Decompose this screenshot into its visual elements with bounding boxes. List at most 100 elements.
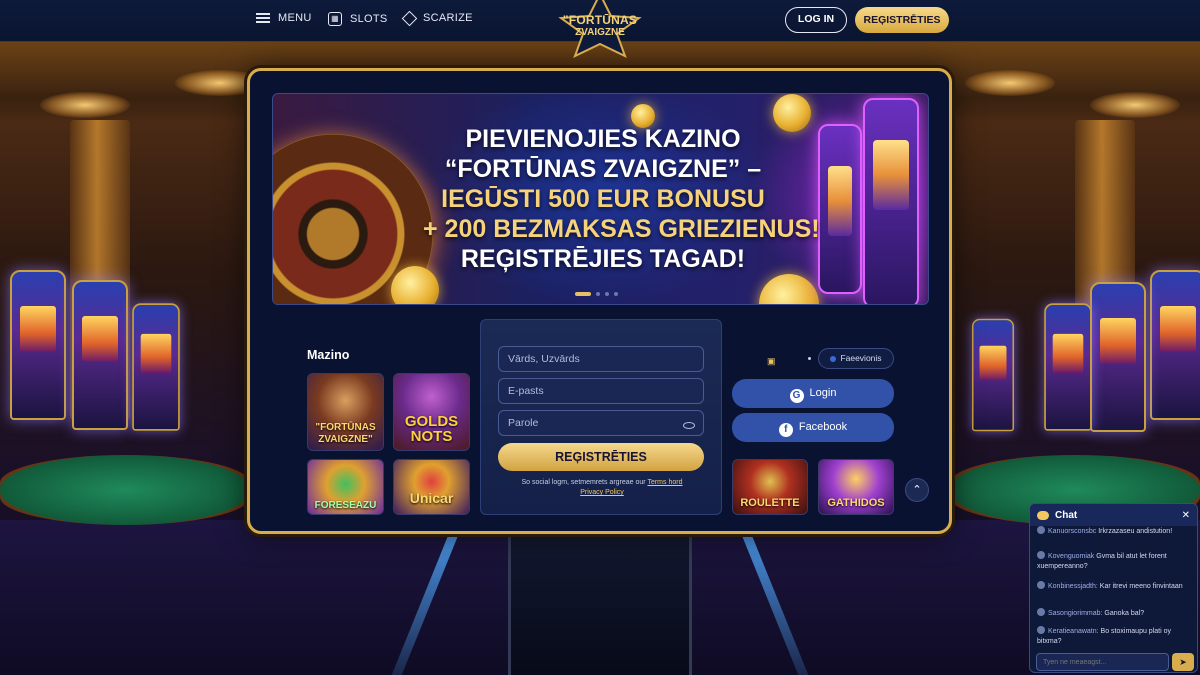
- terms-link[interactable]: Terms hord: [647, 479, 682, 486]
- ceiling-lamp: [965, 70, 1055, 96]
- chat-message-input[interactable]: [1036, 653, 1169, 671]
- hamburger-icon: [256, 13, 270, 23]
- close-icon[interactable]: ✕: [1182, 510, 1190, 521]
- full-name-field[interactable]: [498, 346, 704, 372]
- search-nav-link[interactable]: SCARIZE: [401, 10, 473, 26]
- slot-machine-image: [818, 124, 862, 294]
- slot-machine: [972, 318, 1014, 432]
- games-section-title: Mazino: [307, 348, 350, 362]
- register-button[interactable]: REĢISTRĒTIES: [855, 7, 949, 33]
- avatar: [1037, 581, 1045, 589]
- chat-widget: Chat ✕ Kanuorsconsbc Irkrzazaseu andistu…: [1029, 503, 1198, 673]
- slot-machine: [1150, 270, 1200, 420]
- coin-image: [759, 274, 819, 304]
- logo-text-line2: ZVAIGZNE: [575, 27, 625, 38]
- game-title: Unicar: [409, 490, 454, 506]
- chat-username: Keratieanawatn:: [1048, 628, 1099, 635]
- avatar: [1037, 626, 1045, 634]
- avatar: [1037, 526, 1045, 534]
- slot-machine: [1044, 303, 1092, 431]
- separator-dot: [808, 357, 811, 360]
- banner-line-1: PIEVIENOJIES KAZINO: [465, 125, 741, 153]
- privacy-policy-link[interactable]: Privacy Policy: [580, 489, 624, 496]
- password-field[interactable]: [498, 410, 704, 436]
- carousel-dot[interactable]: [596, 292, 600, 296]
- slot-machine: [10, 270, 66, 420]
- ceiling-lamp: [40, 92, 130, 118]
- terms-notice: So social logm, setmemrets argreae our T…: [493, 478, 711, 498]
- email-field[interactable]: [498, 378, 704, 404]
- chat-message: Konbinessjadth: Kar itrevi meeno finvint…: [1037, 581, 1187, 592]
- chat-message: Kanuorsconsbc Irkrzazaseu andistution!: [1037, 526, 1187, 537]
- slot-machine-image: [863, 98, 919, 304]
- logo-text-line1: "FORTŪNAS: [562, 13, 638, 27]
- chat-title: Chat: [1055, 509, 1078, 521]
- slots-nav-link[interactable]: ▦ SLOTS: [328, 12, 388, 26]
- diamond-icon: [401, 10, 418, 26]
- ceiling-lamp: [1090, 92, 1180, 118]
- banner-headline: PIEVIENOJIES KAZINO “FORTŪNAS ZVAIGZNE” …: [423, 124, 820, 274]
- terms-text: So social logm, setmemrets argreae our: [521, 479, 646, 486]
- facebook-login-label: Facebook: [798, 421, 848, 433]
- registration-form: REĢISTRĒTIES So social logm, setmemrets …: [480, 319, 722, 515]
- slot-machine: [72, 280, 128, 430]
- chat-username: Sasongiorimmab:: [1048, 610, 1103, 617]
- slots-label: SLOTS: [350, 13, 388, 25]
- social-pill-label: Faeevionis: [840, 353, 882, 363]
- chat-username: Konbinessjadth:: [1048, 583, 1098, 590]
- carousel-indicator: [575, 292, 618, 296]
- carousel-dot[interactable]: [605, 292, 609, 296]
- game-tile[interactable]: GATHIDOS: [818, 459, 894, 515]
- game-title: GATHIDOS: [827, 497, 885, 509]
- register-submit-button[interactable]: REĢISTRĒTIES: [498, 443, 704, 471]
- game-title: ROULETTE: [740, 497, 800, 509]
- search-label: SCARIZE: [423, 12, 473, 24]
- game-tile[interactable]: ROULETTE: [732, 459, 808, 515]
- game-tile[interactable]: GOLDS NOTS: [393, 373, 470, 451]
- menu-button[interactable]: MENU: [256, 12, 312, 24]
- chat-text: Kar itrevi meeno finvintaan: [1099, 583, 1183, 590]
- slot-machine: [1090, 282, 1146, 432]
- google-login-label: Login: [809, 387, 837, 399]
- grid-icon[interactable]: ▣: [767, 356, 776, 367]
- game-tile[interactable]: FORESEAZU: [307, 459, 384, 515]
- banner-line-3: IEGŪSTI 500 EUR BONUSU: [441, 185, 765, 213]
- send-icon[interactable]: ➤: [1172, 653, 1194, 671]
- facebook-icon: f: [778, 423, 793, 437]
- site-logo[interactable]: "FORTŪNAS ZVAIGZNE: [555, 0, 645, 58]
- roulette-table: [0, 455, 250, 525]
- banner-line-4: + 200 BEZMAKSAS GRIEZIENUS!: [423, 215, 820, 243]
- chat-message: Keratieanawatn: Bo stoximaupu plati oy b…: [1037, 626, 1187, 647]
- carousel-dot[interactable]: [614, 292, 618, 296]
- chat-username: Kanuorsconsbc: [1048, 528, 1097, 535]
- monitor-stand: [508, 536, 692, 675]
- social-pill[interactable]: Faeevionis: [818, 348, 894, 369]
- google-icon: G: [789, 389, 804, 403]
- avatar: [1037, 551, 1045, 559]
- chat-message: Kovenguomiak Gvma bil atut let forent xu…: [1037, 551, 1187, 572]
- game-tile[interactable]: "FORTŪNAS ZVAIGZNE": [307, 373, 384, 451]
- monitor-screen: PIEVIENOJIES KAZINO “FORTŪNAS ZVAIGZNE” …: [247, 68, 952, 534]
- promo-banner[interactable]: PIEVIENOJIES KAZINO “FORTŪNAS ZVAIGZNE” …: [272, 93, 929, 305]
- carousel-dot-active[interactable]: [575, 292, 591, 296]
- facebook-login-button[interactable]: f Facebook: [732, 413, 894, 442]
- game-title: FORESEAZU: [314, 500, 377, 511]
- game-tile[interactable]: Unicar: [393, 459, 470, 515]
- show-password-icon[interactable]: [683, 422, 695, 429]
- chat-bubble-icon: [1037, 510, 1049, 520]
- chat-message: Sasongiorimmab: Ganoka bal?: [1037, 608, 1187, 619]
- login-button[interactable]: LOG IN: [785, 7, 847, 33]
- globe-icon: [830, 356, 837, 362]
- scroll-to-top-button[interactable]: ⌃: [905, 478, 929, 502]
- chat-header: Chat ✕: [1030, 504, 1197, 526]
- banner-line-5: REĢISTRĒJIES TAGAD!: [460, 245, 746, 273]
- menu-label: MENU: [278, 12, 312, 24]
- game-title: GOLDS NOTS: [404, 413, 459, 445]
- avatar: [1037, 608, 1045, 616]
- game-title: "FORTŪNAS ZVAIGZNE": [315, 422, 376, 445]
- chat-username: Kovenguomiak: [1048, 553, 1095, 560]
- chat-text: Irkrzazaseu andistution!: [1098, 528, 1173, 535]
- banner-line-2: “FORTŪNAS ZVAIGZNE” –: [444, 155, 762, 183]
- slot-machine: [132, 303, 180, 431]
- google-login-button[interactable]: G Login: [732, 379, 894, 408]
